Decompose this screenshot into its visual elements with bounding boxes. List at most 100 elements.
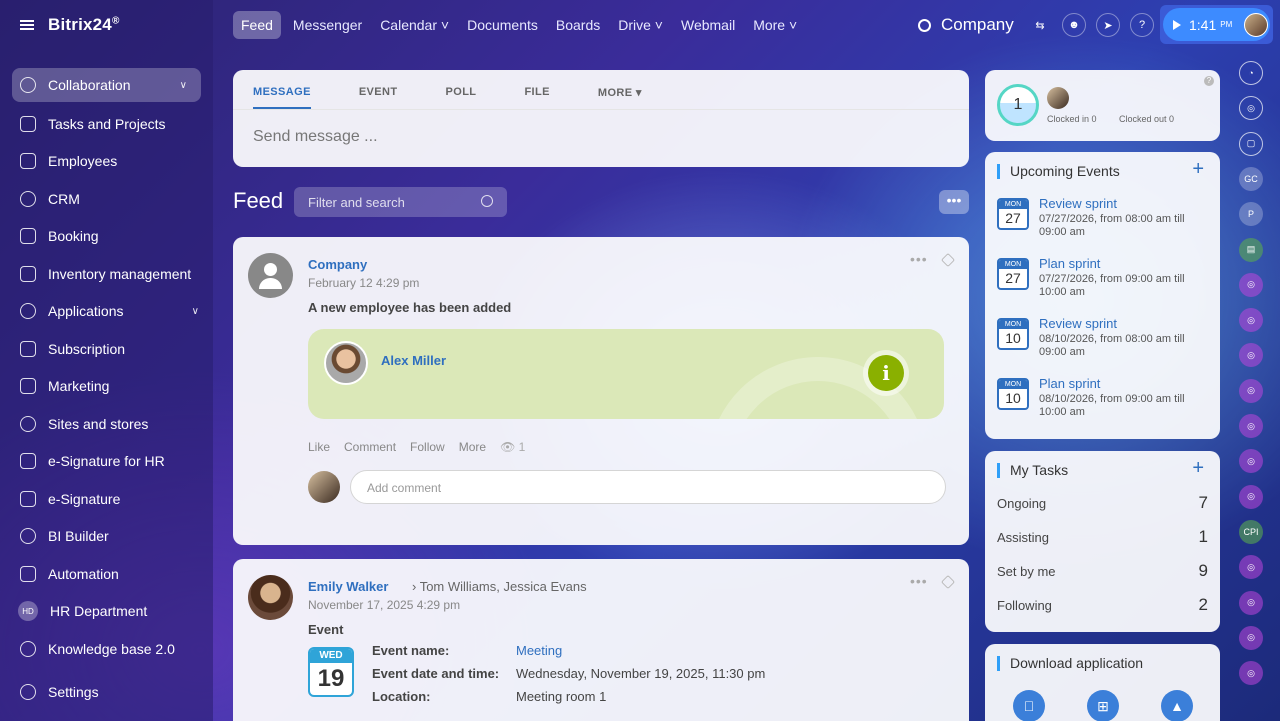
sidebar-item-sites-and-stores[interactable]: Sites and stores <box>0 405 213 443</box>
bitrix24-logo[interactable]: Bitrix24® <box>48 15 120 35</box>
user-avatar[interactable] <box>1244 12 1268 37</box>
sidebar-item-crm[interactable]: CRM <box>0 180 213 218</box>
add-comment-input[interactable]: Add comment <box>350 470 946 504</box>
user-avatar[interactable] <box>1047 87 1069 109</box>
composer-tab-poll[interactable]: POLL <box>446 86 477 109</box>
sidebar-item-hr-department[interactable]: HD HR Department <box>0 593 213 631</box>
event-title[interactable]: Plan sprint <box>1039 376 1100 391</box>
pin-icon[interactable] <box>940 574 956 590</box>
task-counter-row[interactable]: Following 2 <box>997 595 1208 615</box>
sidebar-item-applications[interactable]: Applications ∨ <box>0 293 213 331</box>
channel-icon[interactable]: ◎ <box>1239 272 1263 297</box>
sidebar-item-subscription[interactable]: Subscription <box>0 330 213 368</box>
help-icon[interactable]: ? <box>1130 13 1154 37</box>
sidebar-item-employees[interactable]: Employees <box>0 143 213 181</box>
chevron-down-icon[interactable]: ∨ <box>180 80 187 91</box>
task-counter-row[interactable]: Ongoing 7 <box>997 493 1208 513</box>
company-avatar[interactable] <box>248 253 293 298</box>
user-avatar[interactable] <box>308 471 340 503</box>
channel-icon[interactable]: ◎ <box>1239 555 1263 580</box>
pin-icon[interactable] <box>940 252 956 268</box>
tab-webmail[interactable]: Webmail <box>675 11 741 39</box>
sidebar-item-collaboration[interactable]: Collaboration ∨ <box>12 68 201 102</box>
composer-tab-event[interactable]: EVENT <box>359 86 398 109</box>
more-button[interactable]: More <box>459 440 486 454</box>
channel-icon[interactable]: ◎ <box>1239 378 1263 403</box>
bell-icon[interactable]: ◔ <box>1239 61 1263 85</box>
invite-user-icon[interactable]: ☻ <box>1062 13 1086 37</box>
cpi-avatar[interactable]: CPI <box>1239 519 1263 544</box>
sidebar-item-knowledge-base-2-0[interactable]: Knowledge base 2.0 <box>0 630 213 668</box>
sidebar-item-e-signature-for-hr[interactable]: e-Signature for HR <box>0 443 213 481</box>
event-title[interactable]: Plan sprint <box>1039 256 1100 271</box>
author-avatar[interactable] <box>248 575 293 620</box>
filter-search-input[interactable]: Filter and search <box>294 187 507 217</box>
tab-boards[interactable]: Boards <box>550 11 606 39</box>
employee-avatar[interactable] <box>324 341 368 385</box>
post-date[interactable]: November 17, 2025 4:29 pm <box>308 598 460 612</box>
company-search[interactable]: Company <box>918 15 1014 35</box>
post-recipients[interactable]: › Tom Williams, Jessica Evans <box>412 579 587 594</box>
help-icon[interactable]: ? <box>1204 76 1214 86</box>
channel-icon[interactable]: ◎ <box>1239 308 1263 333</box>
sidebar-item-tasks-and-projects[interactable]: Tasks and Projects <box>0 105 213 143</box>
tab-messenger[interactable]: Messenger <box>287 11 368 39</box>
post-menu-button[interactable]: ••• <box>910 251 928 267</box>
apple-icon[interactable]:  <box>1013 690 1045 721</box>
chat-icon[interactable]: ▢ <box>1239 131 1263 156</box>
follow-button[interactable]: Follow <box>410 440 445 454</box>
sidebar-item-marketing[interactable]: Marketing <box>0 368 213 406</box>
add-task-button[interactable]: + <box>1192 457 1204 480</box>
linux-icon[interactable]: ▲ <box>1161 690 1193 721</box>
windows-icon[interactable]: ⊞ <box>1087 690 1119 721</box>
channel-icon[interactable]: ◎ <box>1239 590 1263 615</box>
task-counter-row[interactable]: Set by me 9 <box>997 561 1208 581</box>
sidebar-item-label: Collaboration <box>48 77 131 93</box>
tab-calendar[interactable]: Calendar ˅ <box>374 11 455 39</box>
clocked-counter[interactable]: 1 <box>997 84 1039 126</box>
menu-icon[interactable] <box>20 20 34 30</box>
rocket-icon[interactable]: ➤ <box>1096 13 1120 37</box>
sidebar-item-bi-builder[interactable]: BI Builder <box>0 518 213 556</box>
channel-icon[interactable]: ◎ <box>1239 625 1263 650</box>
post-author[interactable]: Company <box>308 257 367 272</box>
composer-tab-more[interactable]: MORE ▾ <box>598 86 642 109</box>
channel-icon[interactable]: ◎ <box>1239 484 1263 509</box>
event-field-value[interactable]: Meeting <box>516 643 562 666</box>
tab-feed[interactable]: Feed <box>233 11 281 39</box>
tab-documents[interactable]: Documents <box>461 11 544 39</box>
channel-icon[interactable]: ◎ <box>1239 414 1263 438</box>
worktime-button[interactable]: 1:41 PM <box>1163 8 1270 41</box>
sidebar-item-settings[interactable]: Settings <box>20 684 99 700</box>
sidebar-item-booking[interactable]: Booking <box>0 218 213 256</box>
channel-icon[interactable]: ◎ <box>1239 661 1263 686</box>
post-date[interactable]: February 12 4:29 pm <box>308 276 419 290</box>
switch-icon[interactable]: ⇆ <box>1028 13 1052 37</box>
sidebar-item-inventory-management[interactable]: Inventory management <box>0 255 213 293</box>
composer-tab-file[interactable]: FILE <box>524 86 549 109</box>
tab-drive[interactable]: Drive ˅ <box>612 11 669 39</box>
composer-tab-message[interactable]: MESSAGE <box>253 86 311 109</box>
gc-avatar[interactable]: GC <box>1239 166 1263 191</box>
activity-icon[interactable]: ◎ <box>1239 96 1263 121</box>
add-event-button[interactable]: + <box>1192 158 1204 181</box>
tab-more[interactable]: More ˅ <box>747 11 803 39</box>
employee-name[interactable]: Alex Miller <box>381 353 446 368</box>
like-button[interactable]: Like <box>308 440 330 454</box>
event-title[interactable]: Review sprint <box>1039 316 1117 331</box>
p-avatar[interactable]: P <box>1239 202 1263 227</box>
task-counter-label: Following <box>997 597 1052 613</box>
feed-more-button[interactable]: ••• <box>939 190 969 214</box>
post-author[interactable]: Emily Walker <box>308 579 388 594</box>
channel-icon[interactable]: ◎ <box>1239 343 1263 368</box>
sidebar-item-e-signature[interactable]: e-Signature <box>0 480 213 518</box>
event-title[interactable]: Review sprint <box>1039 196 1117 211</box>
post-menu-button[interactable]: ••• <box>910 573 928 589</box>
task-counter-row[interactable]: Assisting 1 <box>997 527 1208 547</box>
comment-button[interactable]: Comment <box>344 440 396 454</box>
chevron-down-icon[interactable]: ∨ <box>192 306 199 317</box>
send-message-input[interactable]: Send message ... <box>233 110 969 164</box>
contact-card-icon[interactable]: ▤ <box>1239 237 1263 262</box>
channel-icon[interactable]: ◎ <box>1239 449 1263 474</box>
sidebar-item-automation[interactable]: Automation <box>0 555 213 593</box>
